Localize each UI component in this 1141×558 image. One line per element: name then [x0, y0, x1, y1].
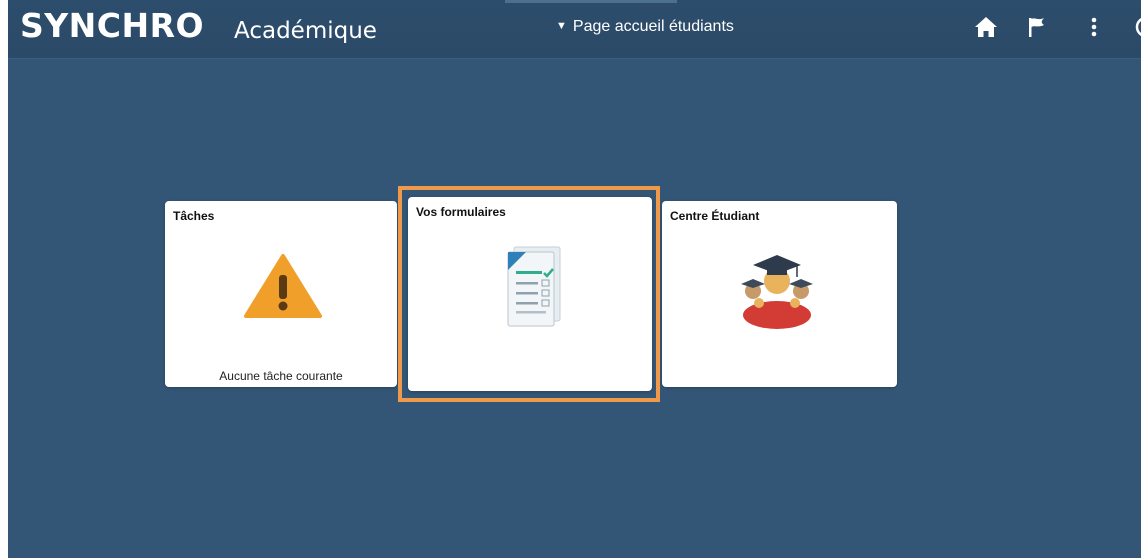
top-banner: SYNCHRO Académique ▼ Page accueil étudian… [8, 0, 1141, 59]
tile-taches[interactable]: Tâches Aucune tâche courante [165, 201, 397, 387]
page-selector-dropdown[interactable]: ▼ Page accueil étudiants [556, 15, 734, 38]
logo-text-part2: HRO [121, 6, 205, 45]
banner-accent [505, 0, 677, 3]
tile-title: Vos formulaires [416, 205, 506, 219]
synchro-logo[interactable]: SYNCHRO [20, 6, 204, 46]
clock-icon[interactable] [1125, 12, 1141, 42]
graduate-icon [741, 255, 813, 329]
logo-text-part1: SYNC [20, 6, 122, 45]
flag-icon[interactable] [1022, 12, 1052, 42]
caret-down-icon: ▼ [556, 20, 567, 32]
app-name: Académique [234, 18, 377, 44]
home-icon[interactable] [971, 12, 1001, 42]
page-selector-label: Page accueil étudiants [572, 18, 734, 35]
kebab-menu-icon[interactable] [1079, 12, 1109, 42]
tile-footer: Aucune tâche courante [219, 369, 343, 383]
tile-centre-etudiant[interactable]: Centre Étudiant [662, 201, 897, 387]
tile-title: Centre Étudiant [670, 209, 760, 223]
tile-vos-formulaires[interactable]: Vos formulaires [408, 197, 652, 391]
forms-icon [507, 246, 561, 327]
app-window: SYNCHRO Académique ▼ Page accueil étudian… [8, 0, 1141, 558]
tile-title: Tâches [173, 209, 215, 223]
warning-icon [244, 254, 322, 318]
